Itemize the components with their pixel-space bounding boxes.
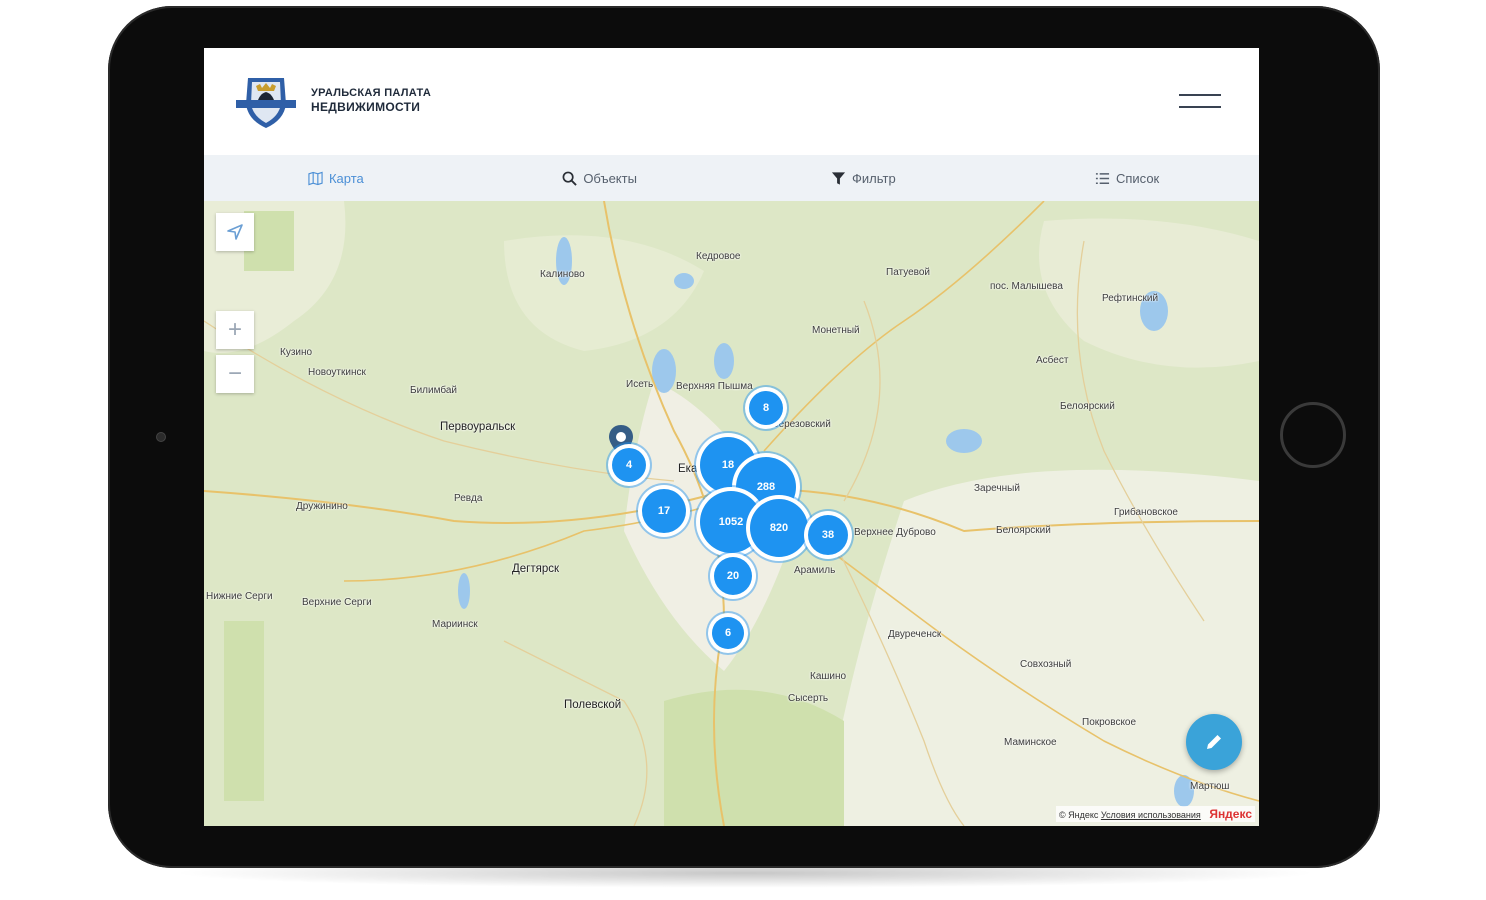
tab-filter-label: Фильтр — [852, 170, 896, 186]
map-label: Монетный — [812, 325, 860, 336]
map-label: пос. Малышева — [990, 281, 1063, 292]
edit-button[interactable] — [1186, 714, 1242, 770]
map-label: Арамиль — [794, 565, 836, 576]
map-label: Мариинск — [432, 619, 478, 630]
map-label: Кедровое — [696, 251, 741, 262]
search-icon — [562, 171, 578, 186]
list-icon — [1095, 172, 1110, 184]
tab-objects-label: Объекты — [583, 170, 637, 186]
map-view[interactable]: Кедровое Калиново Патуевой пос. Малышева… — [204, 201, 1259, 826]
tab-objects[interactable]: Объекты — [468, 155, 732, 201]
tab-bar: Карта Объекты Фильтр Список — [204, 155, 1259, 202]
map-label: Дружинино — [296, 501, 348, 512]
brand-line-2: НЕДВИЖИМОСТИ — [311, 100, 421, 114]
tab-list-label: Список — [1115, 170, 1160, 186]
screen: УРАЛЬСКАЯ ПАЛАТА НЕДВИЖИМОСТИ Карта Объе… — [204, 48, 1259, 826]
map-provider-logo[interactable]: Яндекс — [1209, 807, 1252, 821]
tab-map-label: Карта — [328, 170, 364, 186]
menu-button[interactable] — [1179, 94, 1221, 112]
map-label: Ревда — [454, 493, 483, 504]
home-button[interactable] — [1280, 402, 1346, 468]
map-label: Грибановское — [1114, 507, 1178, 518]
brand-name: УРАЛЬСКАЯ ПАЛАТА НЕДВИЖИМОСТИ — [311, 86, 431, 114]
map-label: Покровское — [1082, 717, 1137, 728]
copyright-text: © Яндекс — [1058, 810, 1099, 820]
map-label: Дегтярск — [512, 563, 560, 575]
map-label: Маминское — [1004, 737, 1057, 748]
logo-emblem-icon — [236, 78, 296, 128]
map-label: Кузино — [280, 347, 313, 358]
tab-map[interactable]: Карта — [204, 155, 468, 201]
map-label: Рефтинский — [1102, 293, 1159, 304]
map-attribution: © Яндекс Условия использования Яндекс — [1055, 806, 1255, 822]
terms-link[interactable]: Условия использования — [1101, 810, 1201, 820]
map-label: Первоуральск — [440, 421, 516, 433]
map-label: Кашино — [810, 671, 847, 682]
cluster-marker[interactable]: 38 — [808, 515, 848, 555]
cluster-marker[interactable]: 6 — [712, 617, 744, 649]
tablet-frame: УРАЛЬСКАЯ ПАЛАТА НЕДВИЖИМОСТИ Карта Объе… — [108, 6, 1380, 868]
pencil-icon — [1207, 735, 1221, 749]
geolocation-button[interactable] — [216, 213, 254, 251]
map-label: Патуевой — [886, 267, 931, 278]
map-label: Совхозный — [1020, 659, 1072, 670]
map-label: Заречный — [974, 483, 1020, 494]
map-label: Белоярский — [996, 525, 1051, 536]
map-label: Сысерть — [788, 693, 829, 704]
cluster-marker[interactable]: 20 — [714, 557, 752, 595]
tab-list[interactable]: Список — [995, 155, 1259, 201]
map-label: Асбест — [1036, 355, 1069, 366]
map-icon — [308, 171, 323, 185]
cluster-marker[interactable]: 17 — [642, 489, 686, 533]
map-label: Исеть — [626, 379, 654, 390]
map-label: Верхняя Пышма — [676, 381, 753, 392]
cluster-marker[interactable]: 4 — [612, 448, 646, 482]
zoom-in-button[interactable]: + — [216, 311, 254, 349]
map-label: Двуреченск — [888, 629, 942, 640]
map-label: Верхнее Дуброво — [854, 527, 936, 538]
navigation-arrow-icon — [227, 224, 243, 240]
camera — [156, 432, 166, 442]
map-label: Мартюш — [1190, 781, 1230, 792]
map-label: Березовский — [772, 419, 831, 430]
zoom-out-button[interactable]: − — [216, 355, 254, 393]
map-label: Новоуткинск — [308, 367, 366, 378]
brand-line-1: УРАЛЬСКАЯ ПАЛАТА — [311, 87, 432, 99]
map-label: Белоярский — [1060, 401, 1115, 412]
map-label: Нижние Серги — [206, 591, 273, 602]
app-header: УРАЛЬСКАЯ ПАЛАТА НЕДВИЖИМОСТИ — [204, 48, 1259, 155]
cluster-marker[interactable]: 820 — [750, 499, 808, 557]
map-label: Калиново — [540, 269, 585, 280]
tab-filter[interactable]: Фильтр — [732, 155, 996, 201]
menu-icon-bar — [1179, 106, 1221, 108]
map-label: Полевской — [564, 699, 622, 711]
map-label: Билимбай — [410, 385, 457, 396]
menu-icon — [1179, 94, 1221, 96]
filter-icon — [831, 171, 846, 185]
cluster-marker[interactable]: 8 — [749, 391, 783, 425]
map-label: Верхние Серги — [302, 597, 372, 608]
